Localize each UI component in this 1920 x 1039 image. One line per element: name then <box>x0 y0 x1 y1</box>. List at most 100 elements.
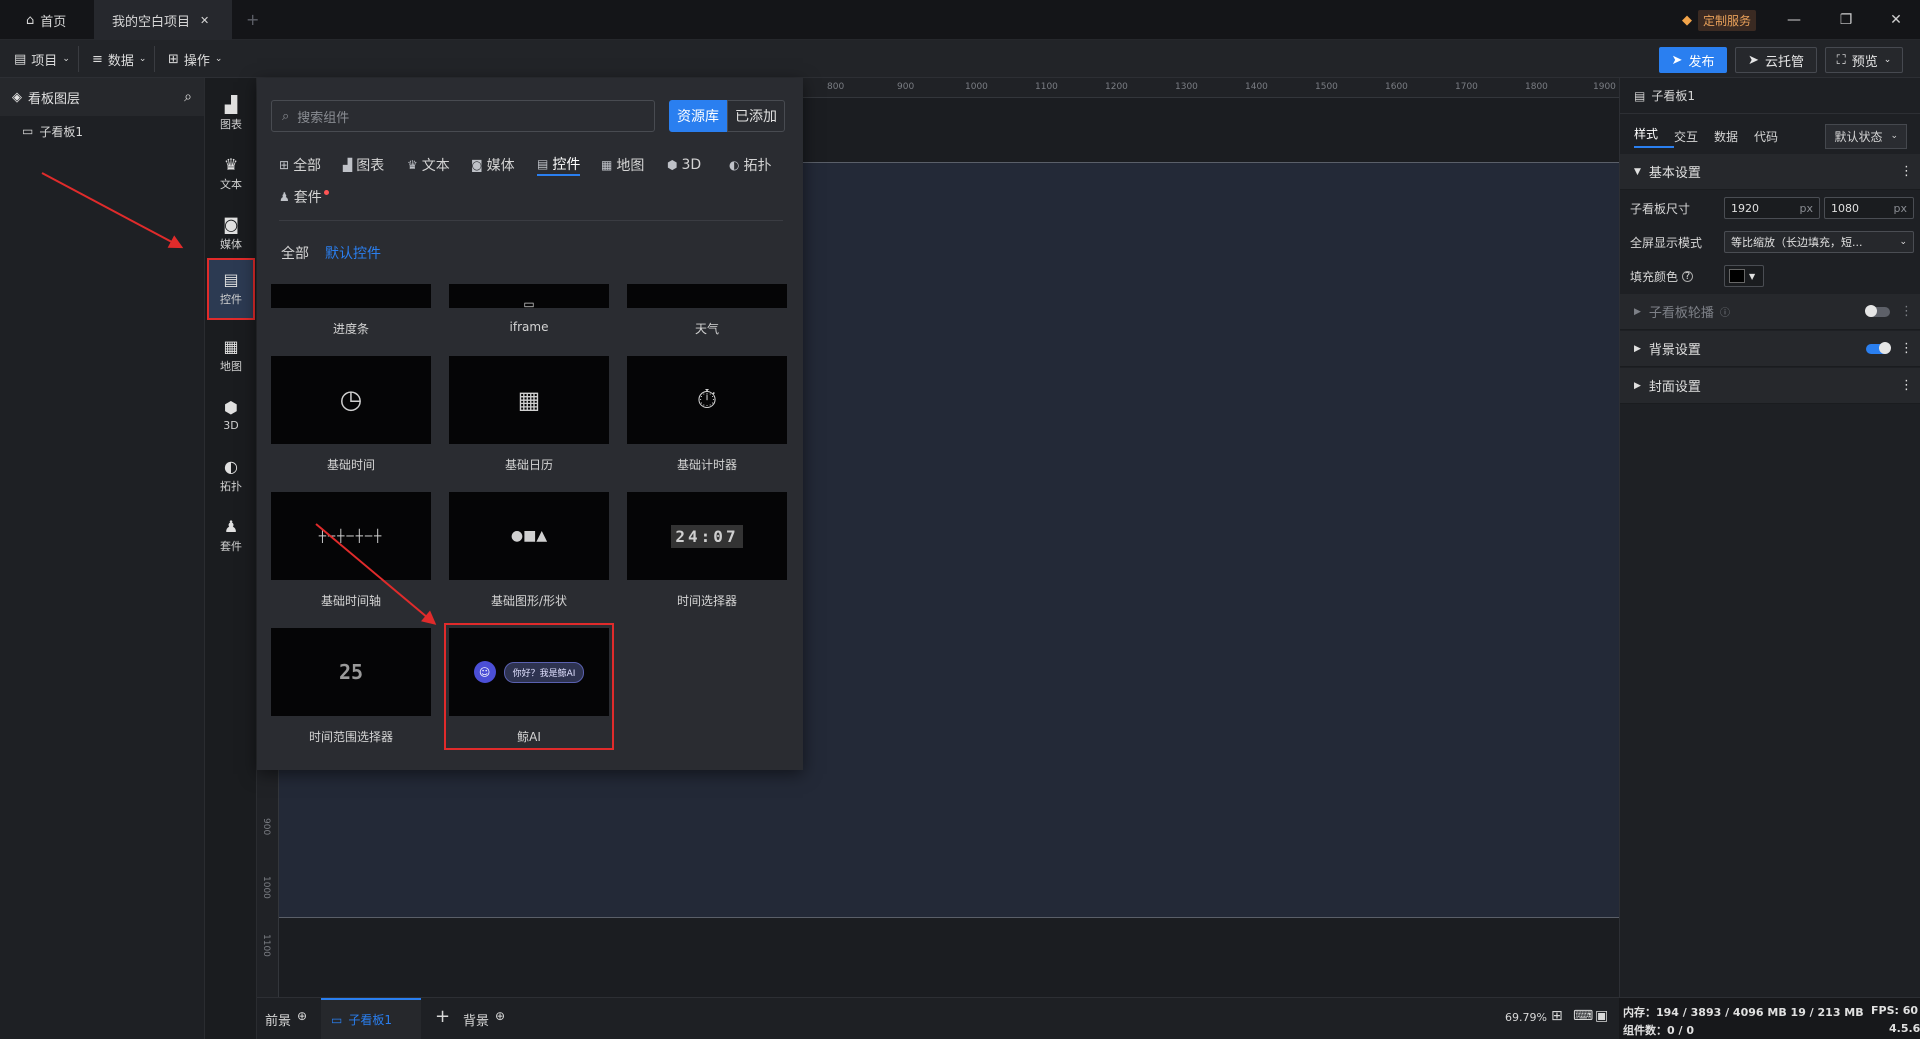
height-input[interactable]: 1080 px <box>1824 197 1914 219</box>
zoom-level[interactable]: 69.79% <box>1505 1011 1547 1024</box>
ruler-tick: 1100 <box>261 934 271 957</box>
background-toggle[interactable] <box>1866 341 1891 354</box>
add-circle-icon[interactable]: ⊕ <box>495 1009 505 1023</box>
component-time-range-picker[interactable]: 25 时间范围选择器 <box>271 628 431 745</box>
monitor-icon: ▭ <box>22 124 34 138</box>
subtab-default-controls[interactable]: 默认控件 <box>325 243 381 263</box>
restore-icon[interactable]: ❐ <box>1818 0 1874 40</box>
layer-foreground[interactable]: 前景 ⊕ <box>265 1009 307 1030</box>
help-icon: ⓘ <box>1719 308 1730 319</box>
category-chart[interactable]: ▟ 图表 <box>343 154 384 176</box>
menu-data[interactable]: ≡ 数据 ⌄ <box>84 46 156 72</box>
category-media[interactable]: ◙ 媒体 <box>471 154 515 176</box>
component-thumbnail: ◷ <box>271 356 431 444</box>
sidebar-item-map[interactable]: ▦ 地图 <box>207 328 255 384</box>
menu-operate[interactable]: ⊞ 操作 ⌄ <box>160 46 230 72</box>
camera-icon: ◙ <box>471 158 483 172</box>
ruler-tick: 1700 <box>1455 82 1478 92</box>
sidebar-item-text[interactable]: ♛ 文本 <box>207 146 255 202</box>
section-basic-settings[interactable]: ▼ 基本设置 ⋮ <box>1620 154 1920 190</box>
layer-background[interactable]: 背景 ⊕ <box>463 1009 505 1030</box>
keyboard-icon[interactable]: ⌨ <box>1573 1008 1593 1024</box>
layer-item[interactable]: ▭ 子看板1 <box>0 116 204 146</box>
component-basic-time[interactable]: ◷ 基础时间 <box>271 356 431 473</box>
sidebar-item-media[interactable]: ◙ 媒体 <box>207 206 255 262</box>
tab-code[interactable]: 代码 <box>1754 128 1794 145</box>
category-kit[interactable]: ♟ 套件 <box>279 186 329 208</box>
tab-data[interactable]: 数据 <box>1714 128 1754 145</box>
tab-interaction[interactable]: 交互 <box>1674 128 1714 145</box>
subtab-all[interactable]: 全部 <box>281 243 309 263</box>
tab-added[interactable]: 已添加 <box>727 100 785 132</box>
ruler-tick: 1400 <box>1245 82 1268 92</box>
database-icon: ≡ <box>92 51 103 67</box>
cloud-host-button[interactable]: ➤ 云托管 <box>1735 47 1817 73</box>
terminal-icon[interactable]: ▣ <box>1595 1008 1608 1024</box>
add-board-icon[interactable]: + <box>435 1006 450 1027</box>
search-input[interactable]: ⌕ 搜索组件 <box>271 100 655 132</box>
component-basic-calendar[interactable]: ▦ 基础日历 <box>449 356 609 473</box>
component-library-panel: ⌕ 搜索组件 资源库 已添加 ⊞ 全部 ▟ 图表 ♛ 文本 ◙ 媒体 ▤ 控件 ▦ 地图 ⬢… <box>257 78 803 770</box>
ruler-tick: 900 <box>261 818 271 836</box>
carousel-toggle[interactable] <box>1865 304 1890 317</box>
crown-icon: ♛ <box>407 158 418 172</box>
sidebar-item-chart[interactable]: ▟ 图表 <box>207 86 255 142</box>
robot-avatar-icon: ☺ <box>473 661 496 683</box>
menu-project[interactable]: ▤ 项目 ⌄ <box>6 46 79 72</box>
time-picker-digits: 24:07 <box>671 524 743 548</box>
fullscreen-mode-select[interactable]: 等比缩放（长边填充，短... ⌄ <box>1724 231 1914 253</box>
publish-button[interactable]: ➤ 发布 <box>1659 47 1727 73</box>
custom-service-button[interactable]: ◆ 定制服务 <box>1682 10 1757 31</box>
section-background[interactable]: ▶ 背景设置 ⋮ <box>1620 331 1920 367</box>
chevron-down-icon: ⌄ <box>1883 55 1892 65</box>
stopwatch-icon: ⏱ <box>696 384 718 415</box>
layer-subboard[interactable]: ▭ 子看板1 <box>321 998 421 1039</box>
component-basic-timer[interactable]: ⏱ 基础计时器 <box>627 356 787 473</box>
section-cover[interactable]: ▶ 封面设置 ⋮ <box>1620 368 1920 404</box>
more-icon[interactable]: ⋮ <box>1900 341 1913 356</box>
category-map[interactable]: ▦ 地图 <box>601 154 644 176</box>
more-icon[interactable]: ⋮ <box>1900 164 1913 179</box>
preview-button[interactable]: ⛶ 预览 ⌄ <box>1825 47 1903 73</box>
close-icon[interactable]: ✕ <box>200 14 209 27</box>
component-weather[interactable]: 天气 <box>627 284 787 337</box>
sidebar-item-3d[interactable]: ⬢ 3D <box>207 388 255 444</box>
more-icon[interactable]: ⋮ <box>1900 378 1913 393</box>
search-icon[interactable]: ⌕ <box>184 89 192 105</box>
component-basic-shape[interactable]: ●■▲ 基础图形/形状 <box>449 492 609 609</box>
tab-style[interactable]: 样式 <box>1634 125 1674 148</box>
category-text[interactable]: ♛ 文本 <box>407 154 450 176</box>
chevron-down-icon: ⌄ <box>1899 237 1907 247</box>
component-basic-timeline[interactable]: ┼─┼─┼─┼ 基础时间轴 <box>271 492 431 609</box>
fit-screen-icon[interactable]: ⊞ <box>1551 1008 1563 1024</box>
component-progress-bar[interactable]: 进度条 <box>271 284 431 337</box>
component-whale-ai[interactable]: ☺ 你好？我是鲸AI 鲸AI <box>444 623 614 750</box>
topology-icon: ◐ <box>224 456 238 476</box>
clock-icon: ◷ <box>339 385 363 415</box>
sidebar-item-topology[interactable]: ◐ 拓扑 <box>207 448 255 504</box>
sidebar-item-control[interactable]: ▤ 控件 <box>207 258 255 320</box>
category-all[interactable]: ⊞ 全部 <box>279 154 321 176</box>
tab-resource-library[interactable]: 资源库 <box>669 100 727 132</box>
component-thumbnail: ●■▲ <box>449 492 609 580</box>
add-circle-icon[interactable]: ⊕ <box>297 1009 307 1023</box>
component-iframe[interactable]: ▭ iframe <box>449 284 609 334</box>
tab-project[interactable]: 我的空白项目 ✕ <box>94 0 232 40</box>
window-close-icon[interactable]: ✕ <box>1868 0 1920 40</box>
range-digits: 25 <box>338 660 364 684</box>
more-icon[interactable]: ⋮ <box>1900 304 1913 319</box>
sidebar-item-kit[interactable]: ♟ 套件 <box>207 508 255 564</box>
section-carousel[interactable]: ▶ 子看板轮播 ⓘ ⋮ <box>1620 294 1920 330</box>
width-input[interactable]: 1920 px <box>1724 197 1820 219</box>
minimize-icon[interactable]: — <box>1766 0 1822 40</box>
state-select[interactable]: 默认状态 ⌄ <box>1825 123 1907 149</box>
category-control[interactable]: ▤ 控件 <box>537 154 581 176</box>
fill-color-picker[interactable]: ▼ <box>1724 265 1764 287</box>
caret-down-icon: ▼ <box>1749 271 1756 281</box>
new-tab-icon[interactable]: + <box>246 10 259 29</box>
component-thumbnail: 24:07 <box>627 492 787 580</box>
category-3d[interactable]: ⬢ 3D <box>667 154 701 176</box>
tab-home[interactable]: ⌂ 首页 <box>8 0 94 40</box>
component-time-picker[interactable]: 24:07 时间选择器 <box>627 492 787 609</box>
category-topology[interactable]: ◐ 拓扑 <box>729 154 771 176</box>
